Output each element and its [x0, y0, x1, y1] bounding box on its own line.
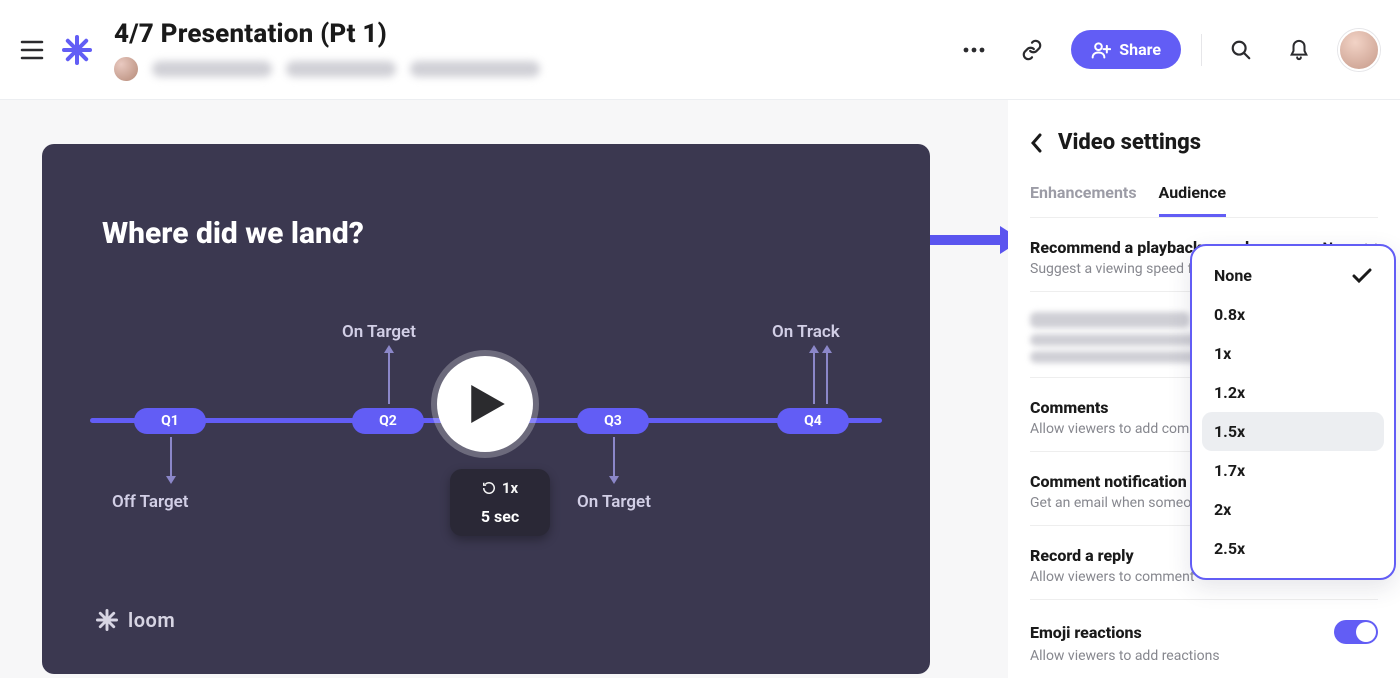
- speed-option-none[interactable]: None: [1202, 256, 1384, 295]
- arrow-q2: [388, 352, 390, 404]
- people-icon: [1091, 41, 1111, 59]
- more-menu[interactable]: [955, 31, 993, 69]
- share-label: Share: [1119, 40, 1161, 59]
- tab-audience[interactable]: Audience: [1159, 179, 1226, 217]
- menu-toggle[interactable]: [20, 40, 44, 60]
- speed-option-2-5x[interactable]: 2.5x: [1202, 529, 1384, 568]
- check-icon: [1352, 268, 1372, 284]
- speed-option-1-7x[interactable]: 1.7x: [1202, 451, 1384, 490]
- duration-chip: 5 sec: [450, 507, 550, 526]
- watermark: loom: [96, 608, 175, 632]
- label-q2: On Target: [342, 322, 416, 342]
- settings-tabs: Enhancements Audience: [1030, 179, 1378, 218]
- page-title: 4/7 Presentation (Pt 1): [114, 19, 955, 49]
- playback-speed-dropdown: None 0.8x 1x 1.2x 1.5x 1.7x 2x 2.5x: [1190, 244, 1396, 580]
- arrow-q4a: [813, 352, 815, 404]
- speed-option-1x[interactable]: 1x: [1202, 334, 1384, 373]
- node-q2: Q2: [352, 408, 424, 434]
- speed-option-2x[interactable]: 2x: [1202, 490, 1384, 529]
- emoji-desc: Allow viewers to add reactions: [1030, 648, 1378, 664]
- label-q1: Off Target: [112, 492, 189, 512]
- video-area: Where did we land? Q1 Q2 Q3 Q4 On Target…: [0, 100, 1008, 678]
- speed-value: 1x: [502, 479, 518, 497]
- arrow-q3: [613, 437, 615, 477]
- setting-emoji-reactions: Emoji reactions Allow viewers to add rea…: [1030, 600, 1378, 678]
- copy-link-button[interactable]: [1013, 31, 1051, 69]
- video-player[interactable]: Where did we land? Q1 Q2 Q3 Q4 On Target…: [42, 144, 930, 674]
- record-reply-title: Record a reply: [1030, 546, 1134, 565]
- back-icon[interactable]: [1030, 133, 1042, 153]
- user-avatar[interactable]: [1338, 29, 1380, 71]
- play-button[interactable]: [437, 356, 533, 452]
- share-button[interactable]: Share: [1071, 30, 1181, 69]
- node-q4: Q4: [777, 408, 849, 434]
- search-button[interactable]: [1222, 31, 1260, 69]
- label-q4: On Track: [772, 322, 840, 342]
- tab-enhancements[interactable]: Enhancements: [1030, 179, 1137, 217]
- author-name-blurred: [152, 61, 272, 77]
- panel-title: Video settings: [1058, 130, 1201, 155]
- arrow-q1: [170, 437, 172, 477]
- node-q3: Q3: [577, 408, 649, 434]
- history-icon: [482, 481, 496, 495]
- speed-option-0-8x[interactable]: 0.8x: [1202, 295, 1384, 334]
- app-logo[interactable]: [62, 35, 92, 65]
- speed-chip[interactable]: 1x 5 sec: [450, 469, 550, 536]
- emoji-toggle[interactable]: [1334, 620, 1378, 644]
- comments-title: Comments: [1030, 398, 1109, 417]
- arrow-q4b: [826, 352, 828, 404]
- page-subline: [114, 57, 955, 81]
- folder-blurred: [410, 61, 540, 77]
- comment-notif-title: Comment notification: [1030, 472, 1187, 491]
- node-q1: Q1: [134, 408, 206, 434]
- settings-sidebar: Video settings Enhancements Audience Rec…: [1008, 100, 1400, 678]
- slide-title: Where did we land?: [102, 216, 364, 251]
- author-avatar[interactable]: [114, 57, 138, 81]
- speed-option-1-5x[interactable]: 1.5x: [1202, 412, 1384, 451]
- label-q3: On Target: [577, 492, 651, 512]
- notifications-button[interactable]: [1280, 31, 1318, 69]
- timestamp-blurred: [286, 61, 396, 77]
- speed-option-1-2x[interactable]: 1.2x: [1202, 373, 1384, 412]
- divider: [1201, 34, 1202, 66]
- app-header: 4/7 Presentation (Pt 1) Share: [0, 0, 1400, 100]
- blurred-title: [1030, 312, 1190, 328]
- emoji-title: Emoji reactions: [1030, 623, 1142, 642]
